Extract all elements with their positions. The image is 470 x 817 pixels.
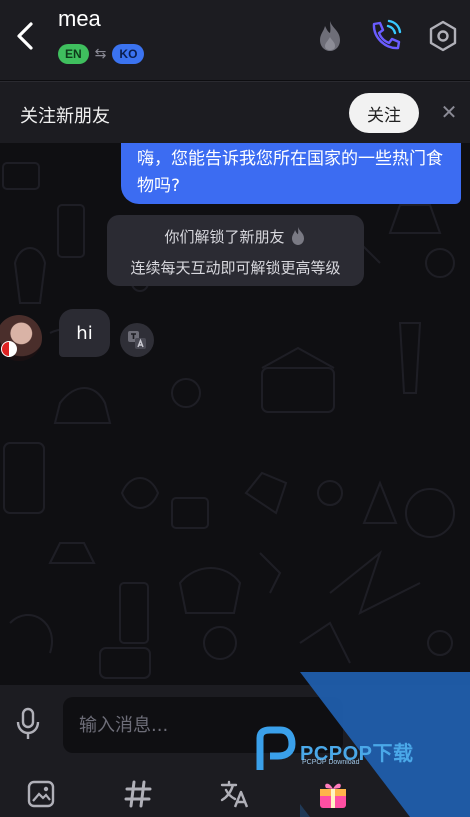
unlock-notice-text: 你们解锁了新朋友 [164, 227, 285, 246]
hexagon-settings-icon [429, 20, 457, 52]
call-button[interactable] [367, 18, 403, 54]
phone-icon [372, 19, 402, 50]
unlock-notice: 你们解锁了新朋友 连续每天互动即可解锁更高等级 [107, 215, 364, 286]
voice-input-button[interactable] [12, 706, 44, 742]
flame-icon [320, 21, 340, 51]
language-pair[interactable]: EN ⇆ KO [58, 44, 145, 64]
watermark-logo-icon [256, 726, 296, 770]
streak-flame-button[interactable] [312, 18, 348, 54]
back-button[interactable] [8, 16, 42, 56]
contact-name[interactable]: mea [58, 6, 101, 32]
translate-icon [128, 331, 146, 349]
source-language-badge: EN [58, 44, 89, 64]
outgoing-message-bubble[interactable]: 嗨，您能告诉我您所在国家的一些热门食物吗? [121, 143, 461, 204]
topic-button[interactable] [121, 777, 155, 811]
hashtag-icon [124, 780, 152, 808]
translate-button[interactable] [218, 777, 252, 811]
close-icon[interactable]: ✕ [437, 100, 461, 124]
settings-button[interactable] [425, 18, 461, 54]
follow-banner-text: 关注新朋友 [20, 106, 110, 127]
flame-icon [291, 227, 304, 245]
translate-message-button[interactable] [120, 323, 154, 357]
swap-icon: ⇆ [94, 46, 107, 62]
image-icon [27, 780, 55, 808]
country-flag-icon [1, 341, 17, 357]
target-language-badge: KO [112, 44, 145, 64]
unlock-notice-line2: 连续每天互动即可解锁更高等级 [130, 259, 341, 277]
follow-banner: 关注新朋友 关注 ✕ [0, 81, 470, 143]
translate-icon [220, 780, 249, 808]
image-button[interactable] [24, 777, 58, 811]
follow-button[interactable]: 关注 [349, 93, 419, 133]
unlock-notice-line1: 你们解锁了新朋友 [107, 225, 364, 247]
chat-area[interactable]: 嗨，您能告诉我您所在国家的一些热门食物吗? 你们解锁了新朋友 连续每天互动即可解… [0, 143, 470, 685]
microphone-icon [16, 707, 40, 739]
chevron-left-icon [17, 22, 33, 50]
incoming-message-bubble[interactable]: hi [59, 309, 110, 357]
chat-header: mea EN ⇆ KO [0, 0, 470, 80]
watermark-subtext: PCPOP Download [302, 759, 360, 766]
